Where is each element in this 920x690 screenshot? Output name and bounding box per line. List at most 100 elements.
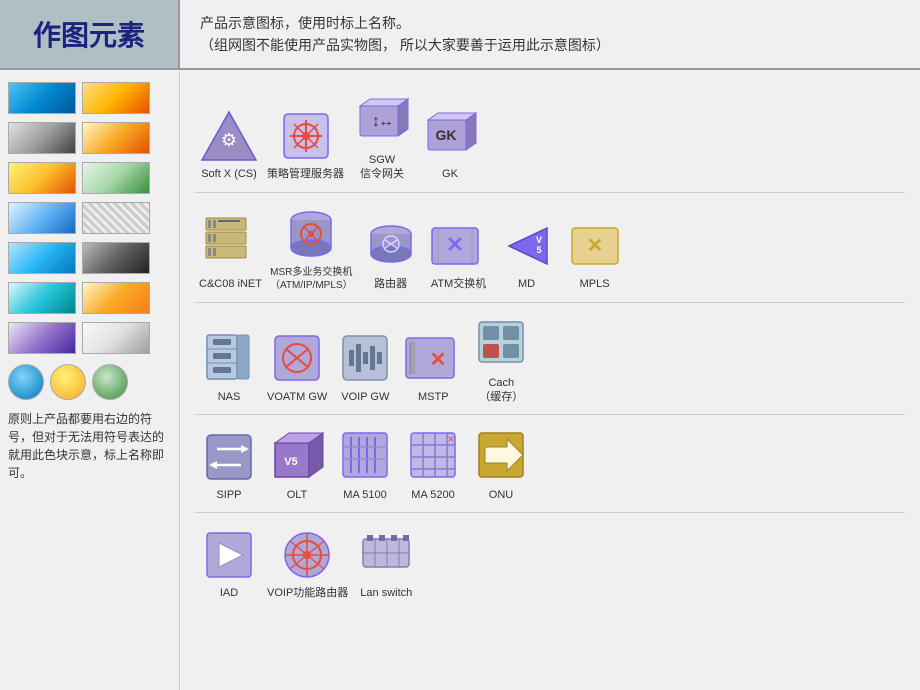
md-icon: V 5 <box>497 218 557 273</box>
ma5200-label: MA 5200 <box>411 488 454 502</box>
router-label: 路由器 <box>374 277 407 291</box>
color-block-mint <box>82 162 150 194</box>
color-block-white <box>82 322 150 354</box>
router-icon <box>361 218 421 273</box>
gk-label: GK <box>442 167 458 181</box>
icon-empty1 <box>484 119 552 186</box>
left-panel-text: 原则上产品都要用右边的符号，但对于无法用符号表达的就用此色块示意，标上名称即可。 <box>8 410 171 482</box>
voiprouter-label: VOIP功能路由器 <box>267 586 348 600</box>
svg-text:✕: ✕ <box>430 349 447 371</box>
policy-label: 策略管理服务器 <box>267 167 344 181</box>
icon-softx: ⚙ Soft X (CS) <box>195 100 263 185</box>
voatm-icon <box>267 331 327 386</box>
icon-row-4: SIPP V5 OLT <box>195 415 905 513</box>
icon-row-5: IAD VOIP功 <box>195 513 905 610</box>
nas-icon <box>199 331 259 386</box>
color-block-lavender <box>8 322 76 354</box>
color-block-gold <box>82 282 150 314</box>
ma5200-icon: × <box>403 429 463 484</box>
icon-lanswitch: Lan switch <box>352 519 420 604</box>
color-block-blue-dark <box>8 82 76 114</box>
policy-icon <box>276 108 336 163</box>
mstp-icon: ✕ <box>403 331 463 386</box>
mstp-label: MSTP <box>418 390 449 404</box>
svg-text:V5: V5 <box>284 456 297 468</box>
color-block-gray <box>8 122 76 154</box>
circle-green <box>92 364 128 400</box>
color-block-dark-gray <box>82 242 150 274</box>
nas-label: NAS <box>218 390 241 404</box>
icon-ma5100: MA 5100 <box>331 421 399 506</box>
circle-gold <box>50 364 86 400</box>
svg-text:⚙: ⚙ <box>221 130 237 150</box>
softx-icon: ⚙ <box>199 108 259 163</box>
icon-voipgw: VOIP GW <box>331 323 399 408</box>
icon-cc08: C&C08 iNET <box>195 210 266 295</box>
icon-voiprouter: VOIP功能路由器 <box>263 519 352 604</box>
icon-empty3 <box>488 538 556 605</box>
icon-atm: ✕ ✕ ATM交换机 <box>425 210 493 295</box>
color-row-7 <box>8 320 171 356</box>
iad-icon <box>199 527 259 582</box>
svg-text:5: 5 <box>536 245 541 255</box>
lanswitch-icon <box>356 527 416 582</box>
voipgw-icon <box>335 331 395 386</box>
icon-md: V 5 MD <box>493 210 561 295</box>
sgw-label: SGW 信令网关 <box>360 153 404 182</box>
icon-olt: V5 OLT <box>263 421 331 506</box>
color-row-5 <box>8 240 171 276</box>
svg-text:↔: ↔ <box>378 113 394 130</box>
svg-text:✕: ✕ <box>445 232 463 257</box>
header-description: 产品示意图标，使用时标上名称。 （组网图不能使用产品实物图， 所以大家要善于运用… <box>180 0 630 68</box>
sipp-icon <box>199 429 259 484</box>
svg-text:✕: ✕ <box>586 235 603 257</box>
cach-label: Cach （缓存） <box>479 376 523 405</box>
color-row-3 <box>8 160 171 196</box>
cc08-icon <box>200 218 260 273</box>
sipp-label: SIPP <box>216 488 241 502</box>
color-block-teal <box>8 282 76 314</box>
msr-label: MSR多业务交换机 （ATM/IP/MPLS） <box>270 266 353 292</box>
icon-onu: ONU <box>467 421 535 506</box>
voiprouter-icon <box>278 527 338 582</box>
iad-label: IAD <box>220 586 238 600</box>
icon-sgw: ↕ ↔ SGW 信令网关 <box>348 86 416 186</box>
onu-icon <box>471 429 531 484</box>
icon-row-1: ⚙ Soft X (CS) <box>195 80 905 193</box>
cc08-label: C&C08 iNET <box>199 277 262 291</box>
svg-text:×: × <box>447 432 454 446</box>
md-label: MD <box>518 277 535 291</box>
icon-router: 路由器 <box>357 210 425 295</box>
onu-label: ONU <box>489 488 513 502</box>
icon-mstp: ✕ MSTP <box>399 323 467 408</box>
circle-blue <box>8 364 44 400</box>
mpls-icon: ✕ <box>565 218 625 273</box>
color-block-yellow <box>8 162 76 194</box>
icon-mpls: ✕ MPLS <box>561 210 629 295</box>
ma5100-icon <box>335 429 395 484</box>
voipgw-label: VOIP GW <box>341 390 389 404</box>
icon-gk: GK GK <box>416 100 484 185</box>
lanswitch-label: Lan switch <box>360 586 412 600</box>
ma5100-label: MA 5100 <box>343 488 386 502</box>
circles-row <box>8 364 171 400</box>
icon-iad: IAD <box>195 519 263 604</box>
icon-policy: 策略管理服务器 <box>263 100 348 185</box>
softx-label: Soft X (CS) <box>201 167 257 181</box>
cach-icon <box>471 317 531 372</box>
icon-nas: NAS <box>195 323 263 408</box>
sgw-icon: ↕ ↔ <box>352 94 412 149</box>
msr-icon <box>281 207 341 262</box>
color-block-light-blue <box>8 202 76 234</box>
icon-cach: Cach （缓存） <box>467 309 535 409</box>
right-panel: ⚙ Soft X (CS) <box>180 70 920 690</box>
olt-label: OLT <box>287 488 308 502</box>
color-block-cream <box>82 122 150 154</box>
svg-text:GK: GK <box>436 127 457 143</box>
icon-empty2 <box>420 538 488 605</box>
color-block-tan <box>82 82 150 114</box>
color-row-6 <box>8 280 171 316</box>
icon-row-3: NAS VOATM GW <box>195 303 905 416</box>
atm-icon: ✕ ✕ <box>429 218 489 273</box>
atm-label: ATM交换机 <box>431 277 486 291</box>
